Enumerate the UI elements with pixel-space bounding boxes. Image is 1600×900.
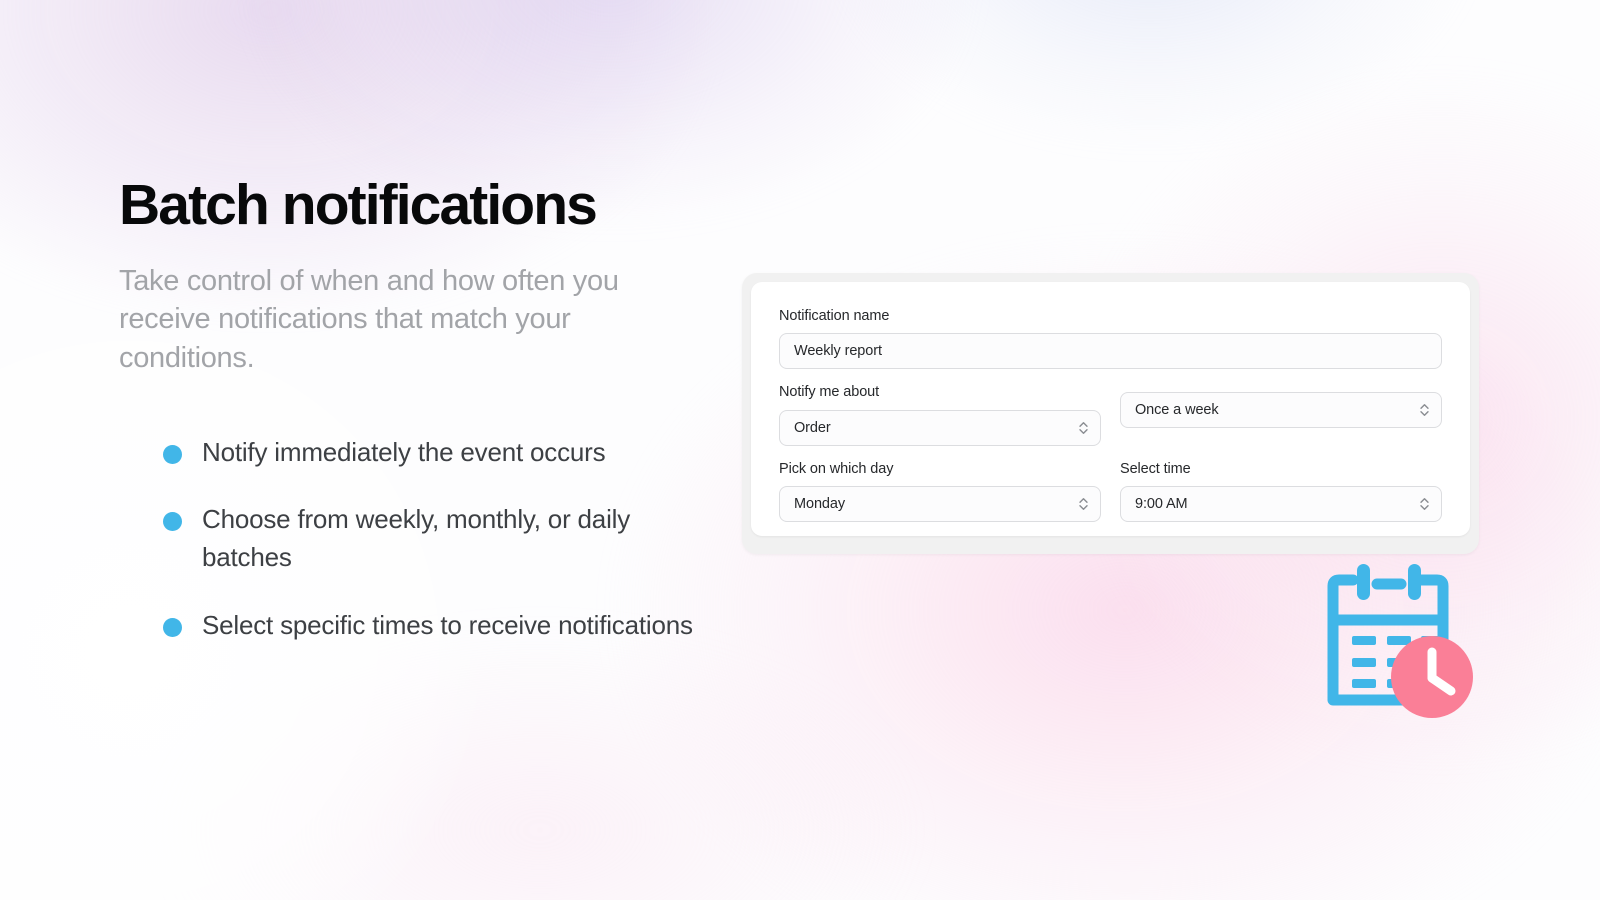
select-time-label: Select time xyxy=(1120,460,1191,477)
bullet-dot-icon xyxy=(163,444,182,464)
select-time-column: Select time 9:00 AM xyxy=(1120,460,1442,523)
notification-name-label: Notification name xyxy=(779,308,890,324)
select-time-select[interactable]: 9:00 AM xyxy=(1120,486,1442,523)
bullet-dot-icon xyxy=(163,617,182,637)
pick-day-label: Pick on which day xyxy=(779,460,894,477)
bullet-label: Select specific times to receive notific… xyxy=(202,609,693,640)
hero-text-column: Batch notifications Take control of when… xyxy=(119,173,739,645)
list-item: Notify immediately the event occurs xyxy=(163,434,739,472)
day-time-row: Pick on which day Monday Select time 9:0… xyxy=(779,460,1442,523)
notification-form-card-frame: Notification name Weekly report Notify m… xyxy=(742,273,1479,554)
list-item: Choose from weekly, monthly, or daily ba… xyxy=(163,501,739,576)
background-glow-pink-bottom xyxy=(150,620,930,900)
page-subtitle: Take control of when and how often you r… xyxy=(119,264,619,374)
background-glow-blue xyxy=(830,0,1470,140)
bullet-label: Notify immediately the event occurs xyxy=(202,436,606,467)
page-root: Batch notifications Take control of when… xyxy=(0,0,1600,900)
chevron-updown-icon xyxy=(1419,402,1430,419)
bullet-label: Choose from weekly, monthly, or daily ba… xyxy=(202,504,631,572)
frequency-select[interactable]: Once a week xyxy=(1120,392,1442,429)
pick-day-select[interactable]: Monday xyxy=(779,486,1101,523)
page-title: Batch notifications xyxy=(119,173,598,237)
notification-name-input[interactable]: Weekly report xyxy=(779,333,1442,370)
notify-about-row: Notify me about Order Once a week xyxy=(779,384,1442,446)
bullet-dot-icon xyxy=(163,512,182,532)
notification-form-card: Notification name Weekly report Notify m… xyxy=(751,282,1470,536)
list-item: Select specific times to receive notific… xyxy=(163,607,739,645)
chevron-updown-icon xyxy=(1078,496,1089,513)
pick-day-column: Pick on which day Monday xyxy=(779,460,1101,523)
frequency-column: Once a week xyxy=(1120,384,1442,445)
notify-me-about-value: Order xyxy=(794,419,831,436)
feature-bullet-list: Notify immediately the event occurs Choo… xyxy=(119,434,739,645)
pick-day-value: Monday xyxy=(794,496,845,513)
chevron-updown-icon xyxy=(1419,496,1430,513)
chevron-updown-icon xyxy=(1078,419,1089,436)
notify-me-about-select[interactable]: Order xyxy=(779,409,1101,446)
notify-me-about-label: Notify me about xyxy=(779,384,880,401)
calendar-clock-icon xyxy=(1305,558,1483,718)
frequency-value: Once a week xyxy=(1135,402,1219,419)
select-time-value: 9:00 AM xyxy=(1135,496,1188,513)
notification-name-field-group: Notification name Weekly report xyxy=(779,308,1442,370)
notify-about-column: Notify me about Order xyxy=(779,384,1101,446)
